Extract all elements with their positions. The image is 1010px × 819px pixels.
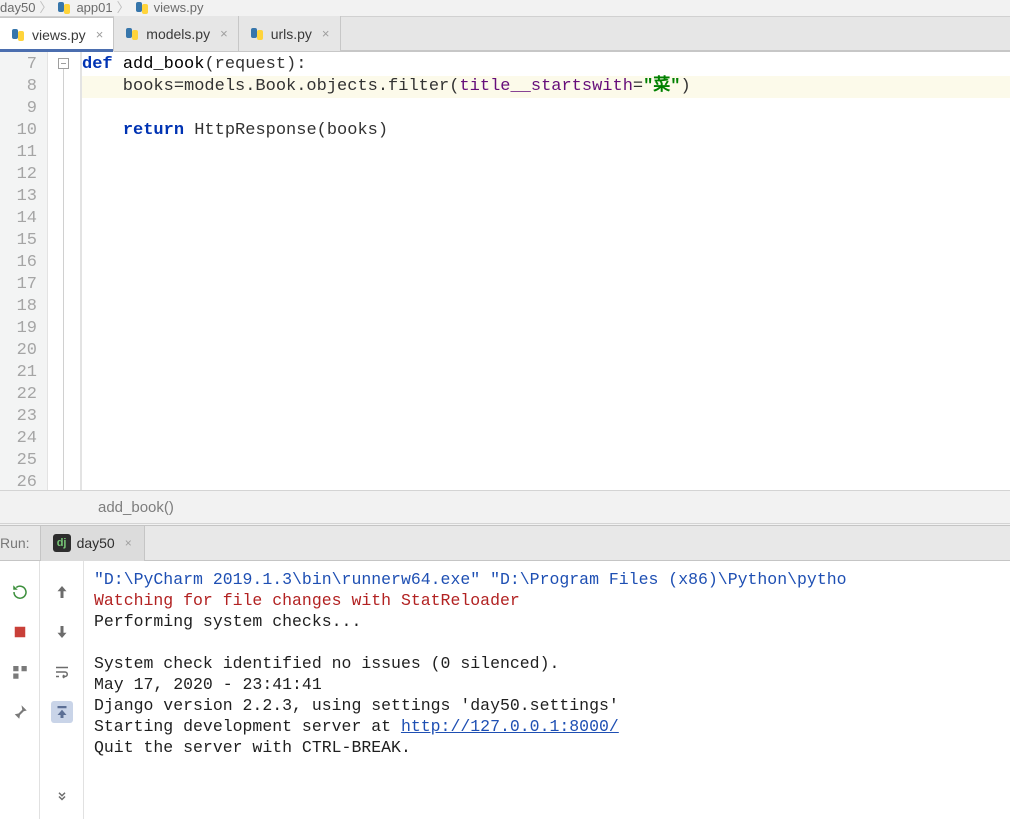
code-line[interactable]	[82, 384, 1010, 406]
line-number: 24	[0, 428, 47, 450]
breadcrumb-item[interactable]: views.py	[134, 0, 204, 16]
console-line: Quit the server with CTRL-BREAK.	[94, 737, 1010, 758]
console-line: Watching for file changes with StatReloa…	[94, 590, 1010, 611]
close-icon[interactable]: ×	[125, 536, 132, 550]
console-line: System check identified no issues (0 sil…	[94, 653, 1010, 674]
line-number: 26	[0, 472, 47, 494]
rerun-icon[interactable]	[9, 581, 31, 603]
breadcrumb-item[interactable]: day50	[0, 0, 35, 16]
code-line[interactable]	[82, 274, 1010, 296]
console-line: "D:\PyCharm 2019.1.3\bin\runnerw64.exe" …	[94, 569, 1010, 590]
run-tab-label: day50	[77, 535, 115, 551]
fold-strip[interactable]	[48, 52, 82, 490]
run-left-toolbar	[0, 561, 40, 819]
scroll-to-end-icon[interactable]	[51, 701, 73, 723]
code-line[interactable]	[82, 164, 1010, 186]
code-line[interactable]	[82, 362, 1010, 384]
code-line[interactable]: def add_book(request):	[82, 54, 1010, 76]
console-line: May 17, 2020 - 23:41:41	[94, 674, 1010, 695]
code-line[interactable]	[82, 428, 1010, 450]
line-number: 19	[0, 318, 47, 340]
code-line[interactable]	[82, 318, 1010, 340]
breadcrumb-sep: 〉	[39, 0, 52, 16]
line-number: 21	[0, 362, 47, 384]
line-number: 12	[0, 164, 47, 186]
line-number: 20	[0, 340, 47, 362]
python-icon	[249, 26, 265, 42]
tab-label: models.py	[146, 26, 210, 42]
tab-label: urls.py	[271, 26, 312, 42]
member-breadcrumb[interactable]: add_book()	[0, 490, 1010, 524]
close-icon[interactable]: ×	[322, 26, 330, 41]
editor[interactable]: 7891011121314151617181920212223242526 de…	[0, 52, 1010, 490]
up-arrow-icon[interactable]	[51, 581, 73, 603]
python-icon	[134, 0, 150, 16]
tab-models[interactable]: models.py ×	[114, 16, 238, 51]
more-icon[interactable]	[51, 787, 73, 809]
tab-urls[interactable]: urls.py ×	[239, 16, 341, 51]
close-icon[interactable]: ×	[220, 26, 228, 41]
line-number: 16	[0, 252, 47, 274]
code-line[interactable]: return HttpResponse(books)	[82, 120, 1010, 142]
tab-label: views.py	[32, 27, 86, 43]
code-line[interactable]	[82, 252, 1010, 274]
server-url-link[interactable]: http://127.0.0.1:8000/	[401, 717, 619, 736]
code-area[interactable]: def add_book(request): books=models.Book…	[82, 52, 1010, 490]
fold-toggle-icon[interactable]	[58, 58, 69, 69]
console-line: Django version 2.2.3, using settings 'da…	[94, 695, 1010, 716]
line-gutter: 7891011121314151617181920212223242526	[0, 52, 48, 490]
code-line[interactable]	[82, 472, 1010, 490]
run-toolwindow: "D:\PyCharm 2019.1.3\bin\runnerw64.exe" …	[0, 561, 1010, 819]
layout-icon[interactable]	[9, 661, 31, 683]
stop-icon[interactable]	[9, 621, 31, 643]
line-number: 8	[0, 76, 47, 98]
down-arrow-icon[interactable]	[51, 621, 73, 643]
code-line[interactable]	[82, 208, 1010, 230]
code-line[interactable]: books=models.Book.objects.filter(title__…	[82, 76, 1010, 98]
code-line[interactable]	[82, 406, 1010, 428]
pin-icon[interactable]	[9, 701, 31, 723]
line-number: 10	[0, 120, 47, 142]
line-number: 13	[0, 186, 47, 208]
member-label: add_book()	[98, 499, 174, 516]
console-line	[94, 632, 1010, 653]
line-number: 14	[0, 208, 47, 230]
close-icon[interactable]: ×	[96, 27, 104, 42]
line-number: 17	[0, 274, 47, 296]
editor-tabs: views.py × models.py × urls.py ×	[0, 16, 1010, 52]
python-icon	[10, 27, 26, 43]
tab-views[interactable]: views.py ×	[0, 17, 114, 52]
line-number: 22	[0, 384, 47, 406]
console-line: Starting development server at http://12…	[94, 716, 1010, 737]
line-number: 11	[0, 142, 47, 164]
python-icon	[124, 26, 140, 42]
line-number: 23	[0, 406, 47, 428]
line-number: 9	[0, 98, 47, 120]
breadcrumb-sep: 〉	[117, 0, 130, 16]
run-tab[interactable]: dj day50 ×	[40, 526, 145, 561]
code-line[interactable]	[82, 142, 1010, 164]
line-number: 25	[0, 450, 47, 472]
code-line[interactable]	[82, 296, 1010, 318]
code-line[interactable]	[82, 186, 1010, 208]
run-toolwindow-header: Run: dj day50 ×	[0, 525, 1010, 561]
line-number: 7	[0, 54, 47, 76]
console-line: Performing system checks...	[94, 611, 1010, 632]
console-output[interactable]: "D:\PyCharm 2019.1.3\bin\runnerw64.exe" …	[84, 561, 1010, 819]
python-icon	[56, 0, 72, 16]
code-line[interactable]	[82, 450, 1010, 472]
run-label: Run:	[0, 535, 40, 551]
run-console-toolbar	[40, 561, 84, 819]
code-line[interactable]	[82, 98, 1010, 120]
breadcrumb: day50 〉 app01 〉 views.py	[0, 0, 1010, 16]
breadcrumb-item[interactable]: app01	[56, 0, 112, 16]
code-line[interactable]	[82, 230, 1010, 252]
line-number: 18	[0, 296, 47, 318]
line-number: 15	[0, 230, 47, 252]
code-line[interactable]	[82, 340, 1010, 362]
django-icon: dj	[53, 534, 71, 552]
soft-wrap-icon[interactable]	[51, 661, 73, 683]
